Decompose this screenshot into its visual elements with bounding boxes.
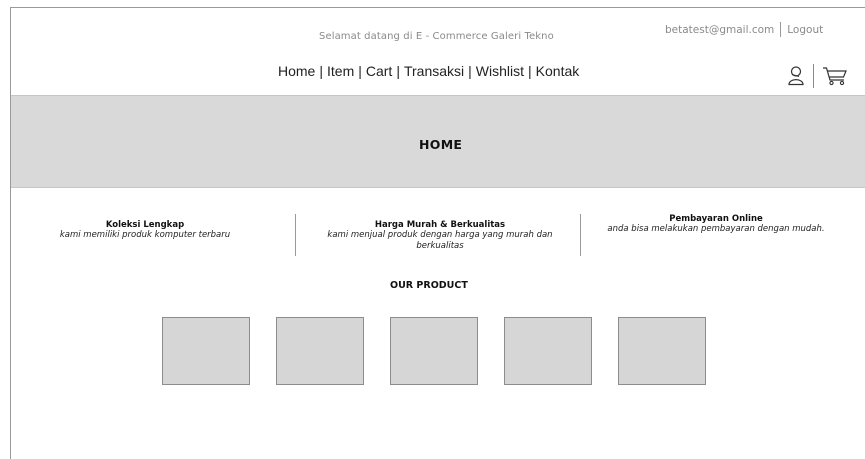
product-card[interactable]: [276, 317, 364, 385]
icon-divider: [813, 64, 814, 88]
user-email: betatest@gmail.com: [665, 23, 775, 36]
nav-item-cart[interactable]: Cart: [366, 63, 392, 79]
nav-separator: |: [528, 63, 532, 79]
user-icon[interactable]: [787, 65, 805, 87]
feature-pembayaran: Pembayaran Online anda bisa melakukan pe…: [600, 214, 832, 235]
feature-desc: kami memiliki produk komputer terbaru: [59, 230, 231, 240]
nav-separator: |: [319, 63, 323, 79]
feature-harga: Harga Murah & Berkualitas kami menjual p…: [322, 220, 558, 252]
nav-separator: |: [468, 63, 472, 79]
feature-koleksi: Koleksi Lengkap kami memiliki produk kom…: [20, 220, 270, 241]
nav-item-wishlist[interactable]: Wishlist: [476, 63, 524, 79]
hero-title: HOME: [419, 137, 463, 152]
logout-link[interactable]: Logout: [781, 24, 823, 36]
nav-item-home[interactable]: Home: [278, 63, 315, 79]
top-bar: Selamat datang di E - Commerce Galeri Te…: [0, 0, 865, 54]
feature-divider: [580, 214, 581, 256]
products-title: OUR PRODUCT: [390, 280, 468, 291]
nav-item-transaksi[interactable]: Transaksi: [404, 63, 464, 79]
nav-item-kontak[interactable]: Kontak: [536, 63, 580, 79]
feature-title: Koleksi Lengkap: [105, 220, 185, 230]
account-area: betatest@gmail.com Logout: [665, 22, 823, 37]
feature-title: Pembayaran Online: [669, 214, 763, 224]
feature-divider: [295, 214, 296, 256]
product-card[interactable]: [390, 317, 478, 385]
feature-desc: kami menjual produk dengan harga yang mu…: [327, 230, 553, 251]
cart-icon[interactable]: [822, 66, 848, 86]
product-card[interactable]: [504, 317, 592, 385]
feature-title: Harga Murah & Berkualitas: [374, 220, 506, 230]
product-card[interactable]: [162, 317, 250, 385]
feature-desc: anda bisa melakukan pembayaran dengan mu…: [607, 224, 825, 234]
nav-item-item[interactable]: Item: [327, 63, 354, 79]
main-nav: Home | Item | Cart | Transaksi | Wishlis…: [278, 63, 579, 79]
nav-separator: |: [358, 63, 362, 79]
nav-separator: |: [396, 63, 400, 79]
welcome-text: Selamat datang di E - Commerce Galeri Te…: [319, 31, 554, 42]
product-card[interactable]: [618, 317, 706, 385]
header-icons: [787, 64, 848, 88]
